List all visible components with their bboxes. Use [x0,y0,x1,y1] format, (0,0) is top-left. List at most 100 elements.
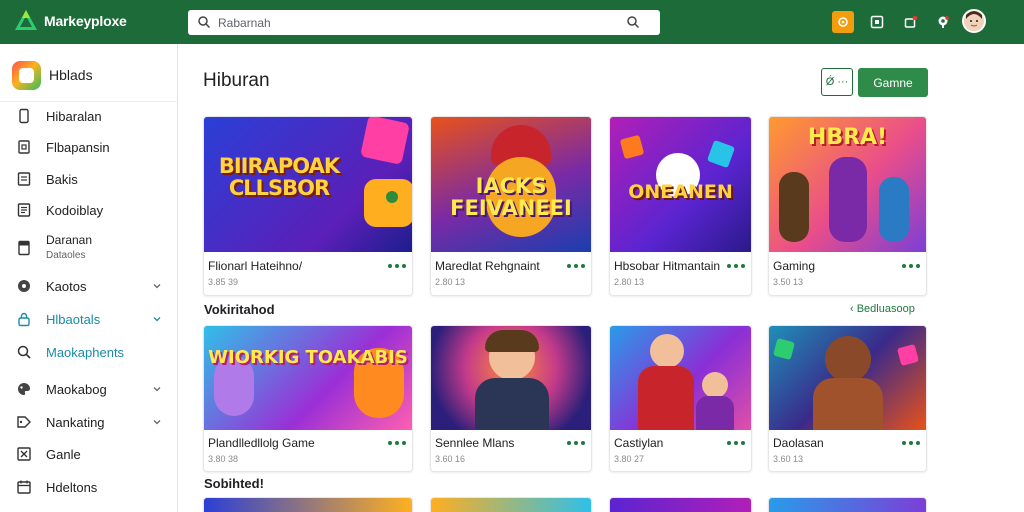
sidebar-item-ganle[interactable]: Ganle [16,442,172,466]
game-thumbnail: HBRA! [769,117,926,252]
lock-icon [18,312,30,327]
page-title: Hiburan [203,70,270,91]
game-card[interactable]: WIORKIG TOAKABIS Plandlledllolg Game 3.8… [203,325,413,472]
game-title: Maredlat Rehgnaint [435,259,540,273]
game-title: Castiylan [614,436,664,450]
game-meta: 3.50 13 [773,277,804,287]
sidebar-divider [0,101,178,102]
document-icon [17,203,31,217]
game-meta: 3.85 39 [208,277,239,287]
game-meta: 3.60 16 [435,454,466,464]
sidebar-item-maokabog[interactable]: Maokabog [16,377,172,401]
messages-button[interactable] [900,11,922,33]
sidebar: Hblads Hibaralan Flbapansin Bakis Kodoib… [0,44,178,512]
app-icon [12,60,41,90]
sidebar-item-label: Maokabog [46,381,107,397]
tag-icon [17,416,31,428]
game-card[interactable]: Castiylan 3.80 27 [609,325,752,472]
section-heading: Vokiritahod [204,302,275,317]
tablet-icon [18,240,30,256]
sidebar-item-label: Maokaphents [46,344,125,360]
sidebar-item-hdeltons[interactable]: Hdeltons [16,475,172,499]
game-title: Hbsobar Hitmantain [614,259,721,273]
game-card[interactable]: BIIRAPOAK CLLSBOR Flionarl Hateihno/ 3.8… [203,116,413,296]
sidebar-app-header[interactable]: Hblads [12,60,93,90]
sidebar-item-label: Nankating [46,414,105,430]
game-card[interactable] [768,497,927,512]
chevron-down-icon [153,317,161,322]
sidebar-item-kodoiblay[interactable]: Kodoiblay [16,198,172,222]
game-title: Sennlee Mlans [435,436,515,450]
search-submit-icon[interactable] [626,15,640,29]
game-title: Gaming [773,259,816,273]
more-options-icon[interactable] [727,440,745,446]
game-title: Flionarl Hateihno/ [208,259,303,273]
game-card[interactable]: IACKS FEIVANEEI Maredlat Rehgnaint 2.80 … [430,116,592,296]
sidebar-item-daranan[interactable]: Daranan Dataoles [16,232,172,264]
thumbnail-art-text: ONEANEN [628,181,733,203]
game-thumbnail: BIIRAPOAK CLLSBOR [204,117,412,252]
see-more-link[interactable]: ‹ Bedluasoop [850,303,915,315]
apps-button[interactable] [866,11,888,33]
settings-button[interactable] [932,11,954,33]
game-card[interactable] [609,497,752,512]
brand-name[interactable]: Markeyploxe [44,13,127,29]
sidebar-item-nankating[interactable]: Nankating [16,410,172,434]
message-icon [904,15,918,28]
more-options-icon[interactable] [388,440,406,446]
chevron-down-icon [153,284,161,289]
sidebar-item-label: Hlbaotals [46,311,101,327]
thumbnail-art-text: IACKS FEIVANEEI [450,174,572,220]
more-options-icon[interactable] [727,263,745,269]
notification-button[interactable] [832,11,854,33]
back-button[interactable]: Ǿ ··· [821,68,853,96]
game-card[interactable]: ONEANEN Hbsobar Hitmantain 2.80 13 [609,116,752,296]
search-input[interactable] [218,13,598,32]
game-card[interactable]: HBRA! Gaming 3.50 13 [768,116,927,296]
game-meta: 3.80 38 [208,454,239,464]
sidebar-item-hibaralan[interactable]: Hibaralan [16,104,172,128]
user-avatar[interactable] [962,9,986,33]
sidebar-item-label: Flbapansin [46,139,110,155]
more-options-icon[interactable] [902,440,920,446]
bell-icon [838,17,848,27]
sidebar-item-bakis[interactable]: Bakis [16,167,172,191]
game-button[interactable]: Gamne [858,68,928,97]
more-options-icon[interactable] [388,263,406,269]
close-box-icon [17,447,31,461]
search-icon [198,16,211,29]
gear-icon [938,16,949,28]
sidebar-item-maokaphents[interactable]: Maokaphents [16,340,172,364]
game-card[interactable] [430,497,592,512]
sidebar-item-kaotos[interactable]: Kaotos [16,274,172,298]
logo-icon[interactable] [14,9,38,31]
sidebar-item-flbapansin[interactable]: Flbapansin [16,135,172,159]
game-title: Plandlledllolg Game [208,436,315,450]
sidebar-item-label: Daranan [46,233,93,247]
game-thumbnail [769,498,926,512]
game-card[interactable]: Sennlee Mlans 3.60 16 [430,325,592,472]
sidebar-item-label: Kodoiblay [46,202,104,218]
file-icon [18,140,30,154]
game-thumbnail [204,498,412,512]
more-options-icon[interactable] [567,263,585,269]
compass-icon [18,280,30,292]
thumbnail-art-text: BIIRAPOAK CLLSBOR [218,154,340,200]
sidebar-item-label: Kaotos [46,278,87,294]
game-meta: 3.80 27 [614,454,645,464]
game-card[interactable]: Daolasan 3.60 13 [768,325,927,472]
more-options-icon[interactable] [567,440,585,446]
search-bar[interactable] [188,10,660,35]
game-thumbnail: WIORKIG TOAKABIS [204,326,412,430]
more-options-icon[interactable] [902,263,920,269]
grid-icon [870,15,884,29]
game-thumbnail [769,326,926,430]
sidebar-item-hlbaotals[interactable]: Hlbaotals [16,307,172,331]
game-card[interactable] [203,497,413,512]
sidebar-item-label: Hibaralan [46,108,102,124]
game-thumbnail: IACKS FEIVANEEI [431,117,591,252]
search-icon [17,345,31,359]
sidebar-item-sublabel: Dataoles [46,250,86,261]
chevron-down-icon [153,387,161,392]
game-thumbnail [431,498,591,512]
